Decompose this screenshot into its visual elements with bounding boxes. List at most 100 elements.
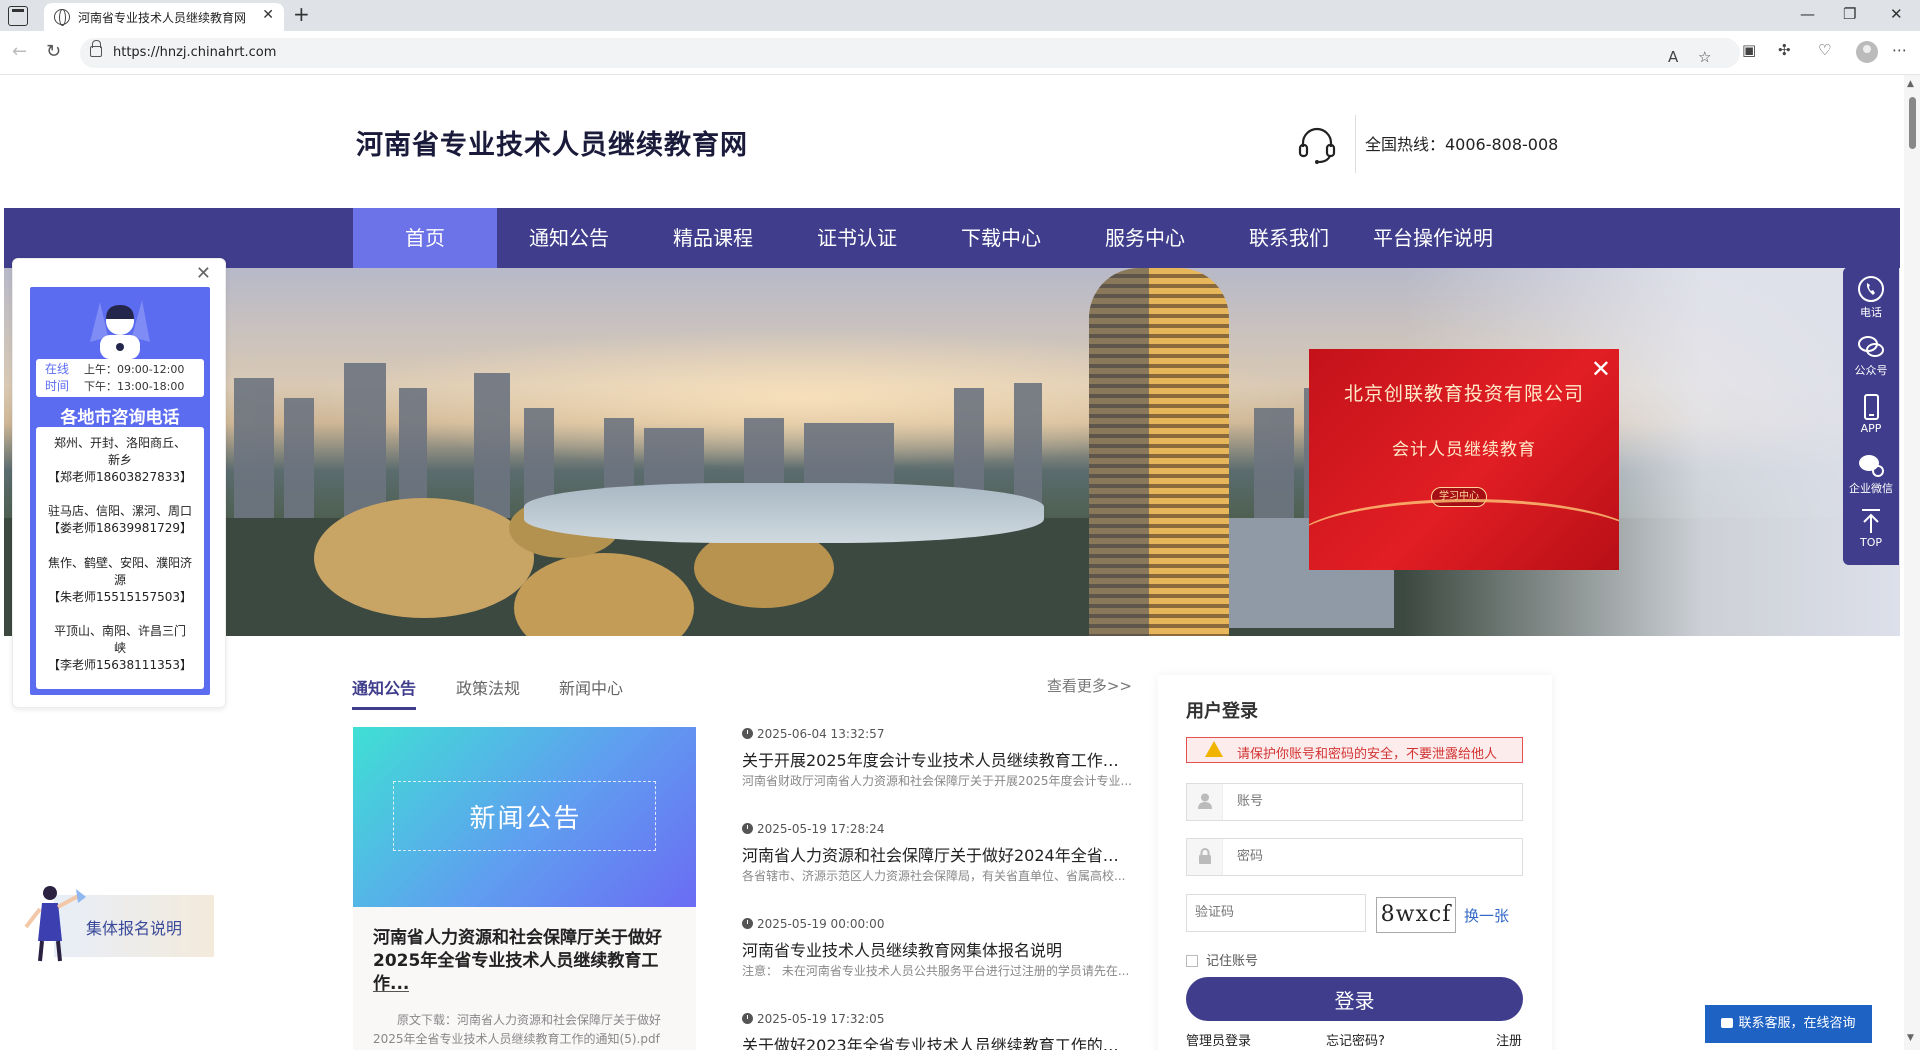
news-date: 2025-06-04 13:32:57 — [742, 727, 884, 741]
chat-icon — [1721, 1018, 1734, 1028]
featured-news-image: 新闻公告 — [353, 727, 696, 907]
news-date-text: 2025-06-04 13:32:57 — [757, 727, 885, 741]
account-field[interactable] — [1186, 783, 1523, 821]
refresh-icon[interactable]: ↻ — [46, 41, 61, 62]
profile-avatar[interactable] — [1856, 41, 1878, 63]
tool-enterprise-label: 企业微信 — [1849, 482, 1893, 495]
window-close-icon[interactable]: ✕ — [1890, 5, 1903, 23]
featured-news-title[interactable]: 河南省人力资源和社会保障厅关于做好2025年全省专业技术人员继续教育工作... — [373, 927, 683, 996]
forgot-password-link[interactable]: 忘记密码? — [1326, 1030, 1385, 1049]
extensions-icon[interactable]: ✣ — [1778, 41, 1791, 59]
nav-item-contact[interactable]: 联系我们 — [1217, 208, 1361, 268]
scroll-down-icon[interactable]: ▼ — [1907, 1033, 1914, 1043]
consult-title: 各地市咨询电话 — [60, 408, 180, 428]
account-input[interactable] — [1237, 794, 1507, 809]
collections-icon[interactable]: ▣ — [1742, 41, 1756, 59]
read-aloud-icon[interactable]: A — [1668, 48, 1678, 66]
consult-panel: ✕ 在线时间 上午：09:00-12:00 下午：13:00-18:00 各地市… — [12, 258, 226, 708]
url-field[interactable]: https://hnzj.chinahrt.com A ☆ — [80, 38, 1740, 68]
phone-icon — [1858, 276, 1884, 302]
site-header: 河南省专业技术人员继续教育网 全国热线：4006-808-008 — [0, 75, 1904, 208]
nav-item-notices[interactable]: 通知公告 — [497, 208, 641, 268]
news-date: 2025-05-19 00:00:00 — [742, 917, 884, 931]
warning-icon — [1205, 741, 1223, 757]
favorite-star-icon[interactable]: ☆ — [1698, 48, 1711, 66]
list-item[interactable]: 2025-05-19 17:32:05 关于做好2023年全省专业技术人员继续教… — [742, 1012, 1132, 1050]
clock-icon — [742, 918, 753, 929]
more-menu-icon[interactable]: ⋯ — [1892, 41, 1907, 59]
admin-login-link[interactable]: 管理员登录 — [1186, 1030, 1251, 1049]
view-more-link[interactable]: 查看更多>> — [1047, 675, 1132, 696]
scroll-up-icon[interactable]: ▲ — [1907, 79, 1914, 89]
tool-back-to-top[interactable]: TOP — [1843, 507, 1899, 549]
tab-notices[interactable]: 通知公告 — [352, 675, 417, 710]
service-hours: 在线时间 上午：09:00-12:00 下午：13:00-18:00 — [36, 359, 204, 397]
password-input[interactable] — [1237, 849, 1507, 864]
contact-group: 郑州、开封、洛阳商丘、新乡 【郑老师18603827833】 — [36, 435, 204, 486]
news-title[interactable]: 河南省人力资源和社会保障厅关于做好2024年全省专... — [742, 842, 1132, 866]
captcha-refresh-link[interactable]: 换一张 — [1464, 905, 1509, 926]
featured-image-text: 新闻公告 — [469, 804, 582, 834]
scroll-thumb[interactable] — [1909, 97, 1916, 149]
tool-enterprise-wechat[interactable]: 企业微信 — [1843, 451, 1899, 496]
clock-icon — [742, 1013, 753, 1024]
remember-checkbox[interactable] — [1186, 955, 1198, 967]
tool-phone[interactable]: 电话 — [1843, 275, 1899, 320]
consult-close-icon[interactable]: ✕ — [196, 263, 211, 284]
list-item[interactable]: 2025-06-04 13:32:57 关于开展2025年度会计专业技术人员继续… — [742, 727, 1132, 817]
nav-item-courses[interactable]: 精品课程 — [641, 208, 785, 268]
browser-tab-bar: 河南省专业技术人员继续教育网 ✕ + — ❐ ✕ — [0, 0, 1920, 31]
contact-regions: 郑州、开封、洛阳商丘、新乡 — [53, 436, 186, 467]
page-scrollbar[interactable]: ▲ ▼ — [1904, 75, 1920, 1050]
side-toolbar: 电话 公众号 APP 企业微信 TOP — [1843, 267, 1899, 565]
contact-group: 平顶山、南阳、许昌三门峡 【李老师15638111353】 — [36, 623, 204, 674]
news-title[interactable]: 河南省专业技术人员继续教育网集体报名说明 — [742, 937, 1132, 961]
nav-item-downloads[interactable]: 下载中心 — [929, 208, 1073, 268]
sidebar-toggle-icon[interactable] — [8, 6, 28, 26]
back-icon[interactable]: ← — [12, 41, 27, 62]
ad-popup[interactable]: ✕ 北京创联教育投资有限公司 会计人员继续教育 学习中心 — [1309, 349, 1619, 570]
news-title[interactable]: 关于开展2025年度会计专业技术人员继续教育工作的... — [742, 747, 1132, 771]
customer-agent-icon — [90, 300, 150, 359]
site-title: 河南省专业技术人员继续教育网 — [356, 130, 748, 161]
browser-tab[interactable]: 河南省专业技术人员继续教育网 ✕ — [44, 3, 284, 31]
captcha-image[interactable]: 8wxcf — [1376, 897, 1456, 933]
new-tab-icon[interactable]: + — [293, 2, 310, 26]
tool-app[interactable]: APP — [1843, 393, 1899, 435]
featured-news-card[interactable]: 新闻公告 河南省人力资源和社会保障厅关于做好2025年全省专业技术人员继续教育工… — [353, 727, 696, 1050]
ad-subtitle: 会计人员继续教育 — [1392, 440, 1536, 460]
contact-regions: 焦作、鹤壁、安阳、濮阳济源 — [48, 556, 193, 587]
back-to-top-icon — [1862, 509, 1880, 533]
password-field[interactable] — [1186, 838, 1523, 876]
list-item[interactable]: 2025-05-19 17:28:24 河南省人力资源和社会保障厅关于做好202… — [742, 822, 1132, 912]
lock-icon — [90, 40, 102, 57]
remember-account[interactable]: 记住账号 — [1186, 950, 1258, 969]
tab-news[interactable]: 新闻中心 — [559, 675, 623, 699]
group-signup-link[interactable]: 集体报名说明 — [18, 883, 214, 963]
tab-close-icon[interactable]: ✕ — [262, 7, 274, 23]
consult-card: 在线时间 上午：09:00-12:00 下午：13:00-18:00 各地市咨询… — [30, 287, 210, 695]
captcha-input[interactable] — [1195, 905, 1355, 920]
nav-item-guide[interactable]: 平台操作说明 — [1361, 208, 1505, 268]
login-button[interactable]: 登录 — [1186, 977, 1523, 1021]
captcha-field[interactable] — [1186, 894, 1366, 932]
browser-essentials-icon[interactable]: ♡ — [1818, 41, 1831, 59]
mobile-app-icon — [1864, 394, 1879, 420]
minimize-icon[interactable]: — — [1800, 5, 1815, 23]
tab-policies[interactable]: 政策法规 — [456, 675, 520, 699]
tool-official-account[interactable]: 公众号 — [1843, 333, 1899, 378]
news-summary: 各省辖市、济源示范区人力资源社会保障局，有关省直单位、省属高校... — [742, 869, 1126, 883]
news-title[interactable]: 关于做好2023年全省专业技术人员继续教育工作的通知 — [742, 1032, 1132, 1050]
online-chat-button[interactable]: 联系客服，在线咨询 — [1705, 1005, 1872, 1043]
ad-company: 北京创联教育投资有限公司 — [1343, 383, 1584, 405]
clock-icon — [742, 728, 753, 739]
register-link[interactable]: 注册 — [1496, 1030, 1522, 1049]
ad-learning-button[interactable]: 学习中心 — [1431, 487, 1487, 507]
nav-item-certificates[interactable]: 证书认证 — [785, 208, 929, 268]
featured-image-frame: 新闻公告 — [393, 781, 656, 851]
nav-item-home[interactable]: 首页 — [353, 208, 497, 268]
nav-item-service[interactable]: 服务中心 — [1073, 208, 1217, 268]
url-text: https://hnzj.chinahrt.com — [113, 45, 277, 60]
restore-icon[interactable]: ❐ — [1843, 5, 1856, 23]
list-item[interactable]: 2025-05-19 00:00:00 河南省专业技术人员继续教育网集体报名说明… — [742, 917, 1132, 1007]
